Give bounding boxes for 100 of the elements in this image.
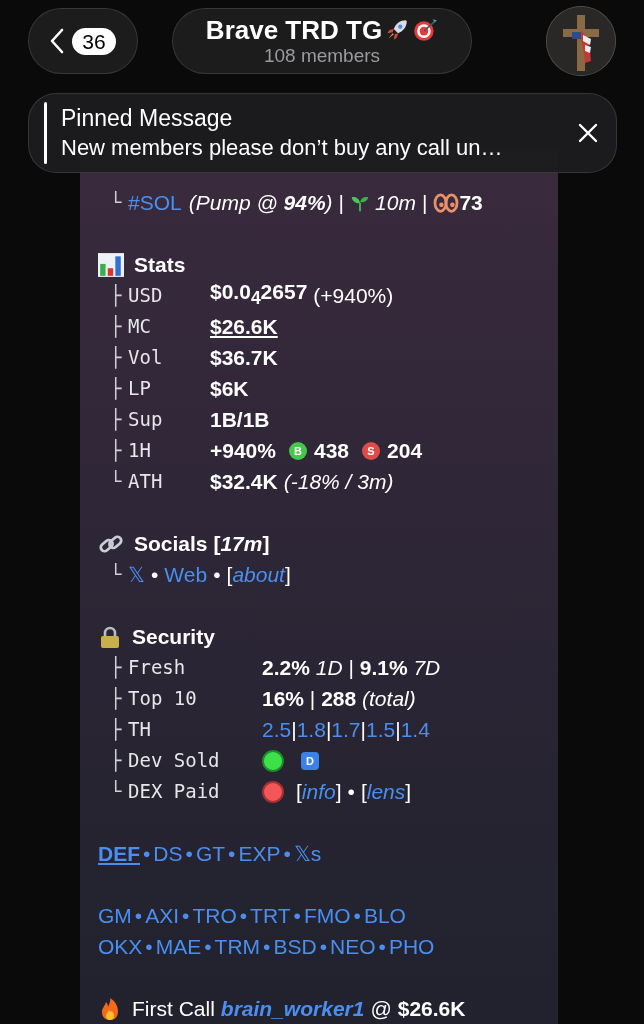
stat-link[interactable]: $26.6K <box>210 311 278 342</box>
chart-link[interactable]: TRT <box>250 900 291 931</box>
bar-chart-icon <box>98 251 124 278</box>
info-link[interactable]: lens <box>366 776 406 807</box>
separator-dot: • <box>239 903 248 929</box>
separator-dot: • <box>293 903 301 929</box>
bracket: ] <box>284 562 291 588</box>
chart-link[interactable]: 𝕏s <box>293 838 322 869</box>
tree-branch: ├ <box>110 314 123 340</box>
stat-value: $36.7K <box>210 345 278 371</box>
security-label: Top 10 <box>128 686 198 711</box>
holder-link[interactable]: 1.4 <box>400 714 430 745</box>
separator-dot: • <box>151 562 159 588</box>
chart-link[interactable]: BSD <box>273 931 317 962</box>
chart-link[interactable]: GT <box>195 838 226 869</box>
security-label: DEX Paid <box>128 779 221 804</box>
close-icon <box>578 123 598 143</box>
separator-dot: • <box>204 934 212 960</box>
stat-label: 1H <box>128 438 152 463</box>
section-title: Security <box>132 624 215 650</box>
holder-link[interactable]: 1.5 <box>366 714 396 745</box>
separator: | <box>338 190 345 216</box>
view-count: 73 <box>459 190 483 216</box>
back-button[interactable]: 36 <box>28 8 138 74</box>
title-pill[interactable]: Brave TRD TG 108 members <box>172 8 472 74</box>
stat-note: (+940%) <box>313 283 394 309</box>
chart-link[interactable]: OKX <box>98 931 143 962</box>
user-link[interactable]: brain_worker1 <box>220 993 365 1024</box>
separator-dot: • <box>228 841 236 867</box>
separator: | <box>395 717 401 743</box>
sell-count: 204 <box>387 438 423 464</box>
pinned-bar[interactable]: Pinned Message New members please don’t buy any call un… <box>28 93 617 173</box>
separator-dot: • <box>185 841 193 867</box>
social-link[interactable]: 𝕏 <box>128 559 145 590</box>
stat-value: 1B/1B <box>210 407 270 433</box>
close-button[interactable] <box>578 123 598 143</box>
chart-link[interactable]: FMO <box>303 900 351 931</box>
bracket: [ <box>296 779 302 805</box>
stat-label: ATH <box>128 469 164 494</box>
chart-link[interactable]: MAE <box>155 931 202 962</box>
chart-link[interactable]: TRM <box>214 931 261 962</box>
holder-link[interactable]: 1.8 <box>296 714 326 745</box>
chart-link[interactable]: NEO <box>330 931 376 962</box>
section-title: Socials [17m] <box>134 531 270 557</box>
section-title: Stats <box>134 252 186 278</box>
chart-link[interactable]: DEF <box>98 838 140 869</box>
eyes-icon <box>433 191 460 214</box>
stat-value: +940% <box>210 438 276 464</box>
stat-label: LP <box>128 376 152 401</box>
tree-branch: └ <box>110 779 123 804</box>
tree-branch: └ <box>110 469 123 494</box>
stat-value: $32.4K <box>210 469 278 495</box>
member-count: 108 members <box>263 45 381 67</box>
holder-link[interactable]: 1.7 <box>331 714 361 745</box>
separator-dot: • <box>353 903 361 929</box>
security-value: 16% | 288 (total) <box>262 686 416 712</box>
separator: | <box>325 717 332 743</box>
dev-badge: D <box>301 751 319 770</box>
tree-branch: ├ <box>110 655 123 681</box>
sell-badge: S <box>362 441 381 460</box>
first-call-label: First Call <box>132 996 215 1022</box>
separator-dot: • <box>319 934 327 960</box>
at-sign: @ <box>370 996 392 1022</box>
chart-link[interactable]: PHO <box>388 931 435 962</box>
about-link[interactable]: about <box>232 559 285 590</box>
separator-dot: • <box>213 562 221 588</box>
security-value: 2.2% 1D | 9.1% 7D <box>262 655 441 681</box>
holder-link[interactable]: 2.5 <box>262 714 292 745</box>
pump-status: (Pump @ 94%) <box>188 190 333 216</box>
tree-branch: ├ <box>110 438 123 464</box>
chart-link[interactable]: GM <box>98 900 132 931</box>
bracket: ] <box>405 779 412 805</box>
security-label: Dev Sold <box>128 748 221 773</box>
security-label: TH <box>128 717 152 742</box>
separator-dot: • <box>347 779 355 805</box>
buy-count: 438 <box>314 438 350 464</box>
bracket: [ <box>226 562 233 588</box>
stat-value: $6K <box>210 376 249 402</box>
pinned-title: Pinned Message <box>61 104 234 133</box>
separator-dot: • <box>378 934 386 960</box>
social-link[interactable]: Web <box>164 559 208 590</box>
separator-dot: • <box>145 934 153 960</box>
buy-badge: B <box>289 441 307 460</box>
chart-link[interactable]: EXP <box>238 838 281 869</box>
separator-dot: • <box>134 903 143 929</box>
bracket: [ <box>360 779 367 805</box>
pinned-text: New members please don’t buy any call un… <box>61 134 504 162</box>
chevron-left-icon <box>50 28 65 54</box>
tree-branch: ├ <box>110 345 123 371</box>
chart-link[interactable]: TRO <box>192 900 237 931</box>
chart-link[interactable]: BLO <box>363 900 406 931</box>
separator-dot: • <box>182 903 190 929</box>
chart-link[interactable]: AXI <box>145 900 180 931</box>
separator-dot: • <box>263 934 271 960</box>
separator-dot: • <box>143 841 151 867</box>
age-text: 10m <box>375 190 416 216</box>
first-call-mc: $26.6K <box>397 996 466 1022</box>
info-link[interactable]: info <box>301 776 336 807</box>
chart-link[interactable]: DS <box>153 838 183 869</box>
hashtag-link[interactable]: #SOL <box>128 187 182 218</box>
